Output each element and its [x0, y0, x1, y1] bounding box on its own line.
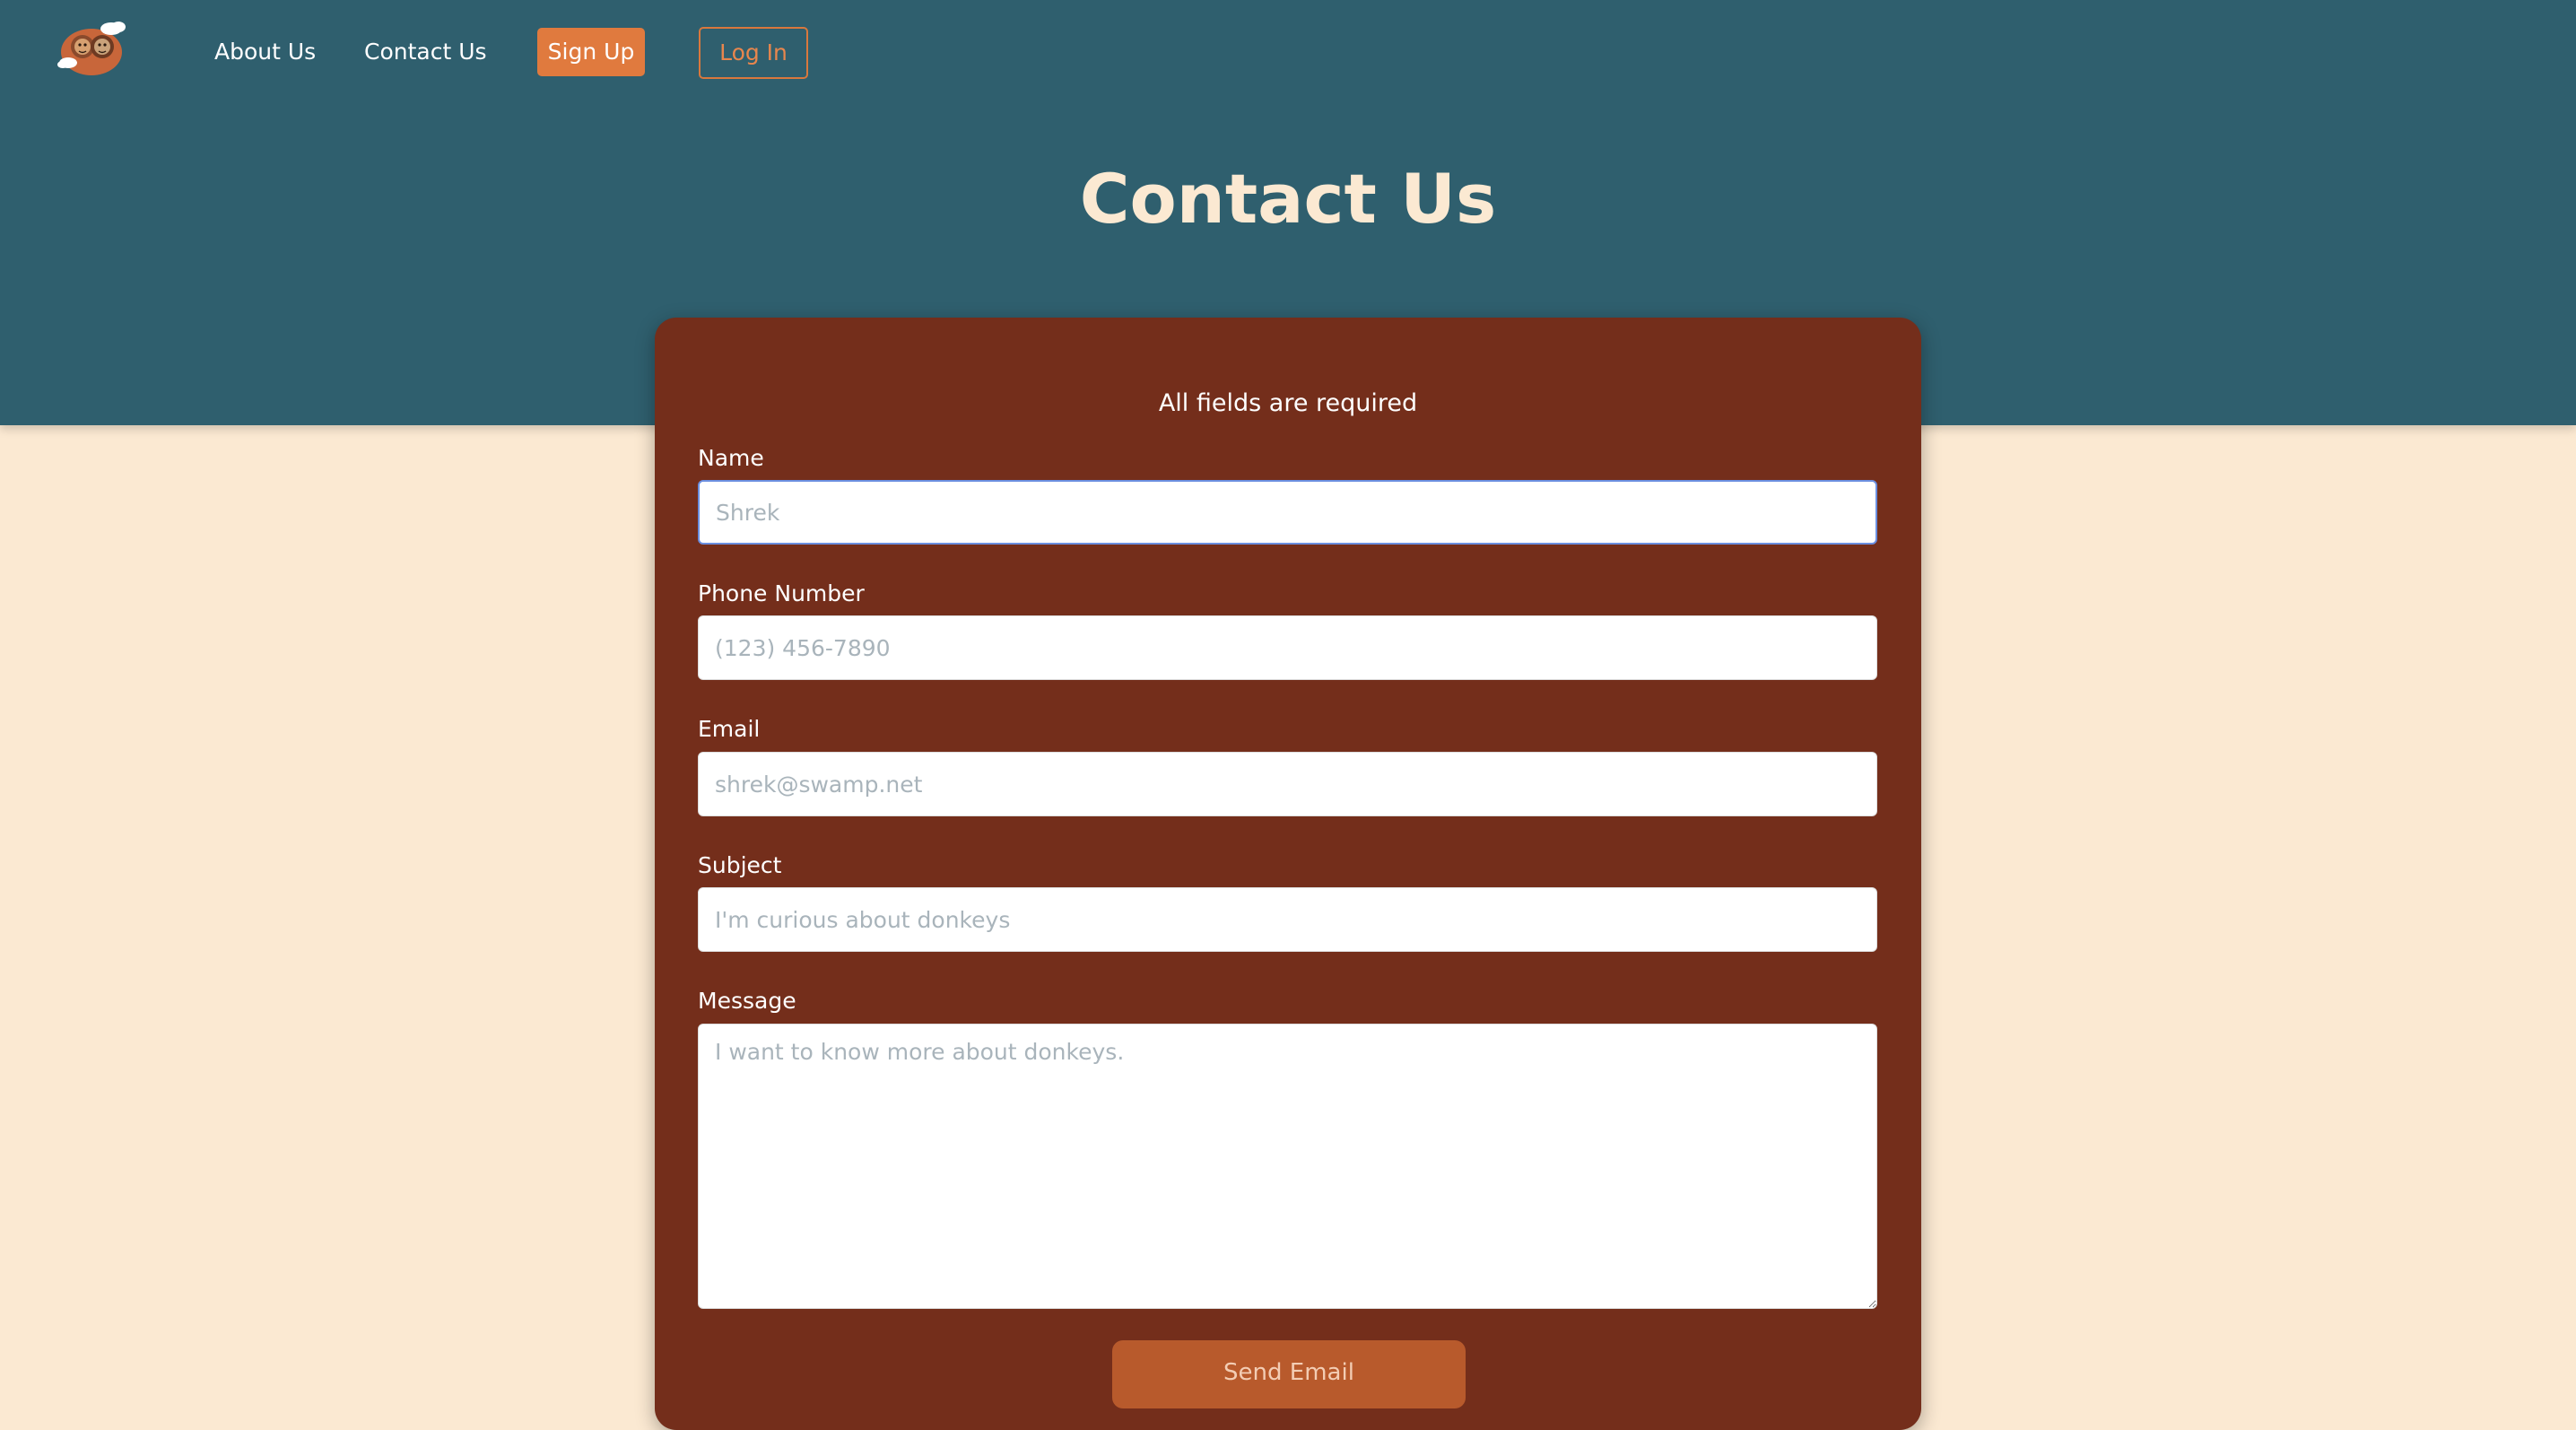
nav-link-contact-us[interactable]: Contact Us: [364, 36, 487, 68]
message-textarea[interactable]: [698, 1024, 1877, 1309]
log-in-button[interactable]: Log In: [699, 27, 808, 79]
name-label: Name: [698, 445, 764, 471]
name-input[interactable]: [698, 480, 1877, 545]
send-email-button[interactable]: Send Email: [1112, 1340, 1466, 1408]
nav-link-about-us[interactable]: About Us: [214, 36, 316, 68]
phone-number-input[interactable]: [698, 615, 1877, 680]
email-input[interactable]: [698, 752, 1877, 816]
subject-input[interactable]: [698, 887, 1877, 952]
phone-number-label: Phone Number: [698, 580, 865, 606]
top-navigation: About Us Contact Us Sign Up Log In: [0, 0, 2576, 104]
logo-icon[interactable]: [56, 16, 131, 79]
sign-up-button[interactable]: Sign Up: [537, 28, 645, 76]
subject-label: Subject: [698, 852, 782, 878]
page-title: Contact Us: [1079, 159, 1497, 239]
required-fields-note: All fields are required: [1158, 389, 1418, 417]
contact-form-card: All fields are required Name Phone Numbe…: [655, 318, 1921, 1430]
email-label: Email: [698, 716, 761, 742]
message-label: Message: [698, 988, 796, 1014]
